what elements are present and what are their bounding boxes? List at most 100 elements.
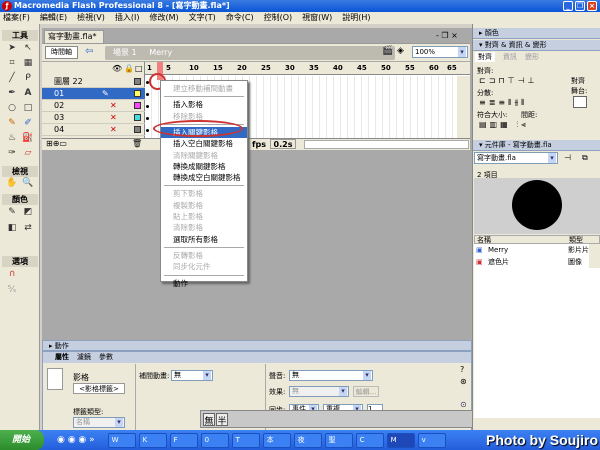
insert-layer-icon[interactable]: ⊞⊕▭ [46, 139, 67, 148]
tab-properties[interactable]: 屬性 [55, 352, 69, 363]
taskbar-button[interactable]: 聖 [324, 432, 353, 448]
subselection-tool-icon[interactable]: ↖ [21, 42, 35, 54]
menu-text[interactable]: 文字(T) [189, 12, 216, 24]
context-menu-item[interactable]: 轉換成關鍵影格 [161, 161, 247, 172]
taskbar-button[interactable]: 本 [262, 432, 291, 448]
tab-transform[interactable]: 變形 [525, 52, 539, 62]
context-menu-item[interactable]: 轉換成空白關鍵影格 [161, 172, 247, 183]
edit-symbols-icon[interactable]: ◈ [397, 46, 404, 56]
layer-color-swatch[interactable] [134, 114, 141, 121]
back-arrow-icon[interactable]: ⇦ [85, 46, 93, 57]
ime-mode-button[interactable]: 無 [203, 413, 215, 427]
tab-align[interactable]: 對齊 [475, 52, 495, 62]
layer-color-swatch[interactable] [134, 78, 141, 85]
column-type[interactable]: 類型 [569, 236, 583, 244]
taskbar-button[interactable]: F [169, 432, 198, 448]
menu-view[interactable]: 檢視(V) [77, 12, 105, 24]
delete-layer-icon[interactable]: 🗑 [132, 139, 142, 148]
layer-row[interactable]: 01 ✎ [42, 88, 145, 100]
document-tab[interactable]: 寫字動畫.fla* [44, 30, 104, 43]
menu-edit[interactable]: 編輯(E) [40, 12, 67, 24]
column-name[interactable]: 名稱 [477, 236, 491, 244]
distribute-buttons-icon[interactable]: ≡≣≡⫴⫵⫴ [479, 98, 528, 108]
library-panel-header[interactable]: ▾ 元件庫 - 寫字動畫.fla [473, 140, 600, 151]
snap-to-objects-icon[interactable]: ∩ [5, 268, 19, 280]
context-menu-item[interactable]: 清除影格 [161, 222, 247, 233]
eye-icon[interactable]: 👁 [112, 64, 122, 73]
maximize-button[interactable]: ❐ [575, 1, 585, 11]
context-menu-item[interactable]: 貼上影格 [161, 211, 247, 222]
layer-row[interactable]: 02 ✕ [42, 100, 145, 112]
fill-color-icon[interactable]: ◩ [21, 206, 35, 218]
edit-scene-icon[interactable]: 🎬 [382, 46, 393, 56]
new-library-icon[interactable]: ⧉ [582, 153, 588, 163]
pen-tool-icon[interactable]: ✒ [5, 87, 19, 99]
taskbar-button[interactable]: C [355, 432, 384, 448]
taskbar-button[interactable]: v [417, 432, 446, 448]
lasso-tool-icon[interactable]: ᑭ [21, 72, 35, 84]
layer-row[interactable]: 04 ✕ [42, 124, 145, 136]
pencil-tool-icon[interactable]: ✎ [5, 117, 19, 129]
context-menu-item[interactable]: 同步化元件 [161, 261, 247, 272]
collapse-icon[interactable]: ⊙ [460, 400, 467, 409]
menu-insert[interactable]: 插入(I) [115, 12, 140, 24]
align-panel-header[interactable]: ▾ 對齊 & 資訊 & 變形 [473, 40, 600, 51]
match-size-buttons-icon[interactable]: ▤▥▦ ⫶⫷ [479, 120, 529, 130]
context-menu-item[interactable]: 清除關鍵影格 [161, 150, 247, 161]
minimize-button[interactable]: _ [563, 1, 573, 11]
zoom-tool-icon[interactable]: 🔍 [21, 177, 35, 189]
taskbar-button[interactable]: W [107, 432, 136, 448]
taskbar-button[interactable]: 夜 [293, 432, 322, 448]
keyframe-dot[interactable] [146, 93, 149, 96]
layer-row[interactable]: 圖層 22 [42, 76, 145, 88]
zoom-select[interactable]: 100% [412, 46, 468, 58]
keyframe-dot[interactable] [146, 105, 149, 108]
ime-width-button[interactable]: 半 [216, 413, 228, 427]
close-button[interactable]: × [587, 1, 597, 11]
actions-panel-header[interactable]: ▸ 動作 [42, 340, 472, 351]
frame-ruler[interactable]: 1 5 10 15 20 25 30 35 40 45 50 55 60 65 [145, 62, 470, 75]
timeline-vscrollbar[interactable] [457, 76, 470, 138]
swap-colors-icon[interactable]: ⇄ [21, 222, 35, 234]
library-item[interactable]: ▣Merry影片片段 [474, 244, 589, 266]
frame-name-input[interactable]: <影格標籤> [73, 383, 125, 394]
ink-bottle-tool-icon[interactable]: ♨ [5, 132, 19, 144]
context-menu-item[interactable]: 反轉影格 [161, 250, 247, 261]
lock-icon[interactable]: 🔒 [124, 64, 134, 73]
layer-color-swatch[interactable] [134, 102, 141, 109]
keyframe-dot[interactable] [146, 117, 149, 120]
tab-filters[interactable]: 濾鏡 [77, 352, 91, 363]
rectangle-tool-icon[interactable]: □ [21, 102, 35, 114]
text-tool-icon[interactable]: A [21, 87, 35, 99]
color-panel-header[interactable]: ▸ 顏色 [473, 28, 600, 39]
tab-parameters[interactable]: 參數 [99, 352, 113, 363]
tab-info[interactable]: 資訊 [503, 52, 517, 62]
align-buttons-icon[interactable]: ⊏⊐⊓⊤⊣⊥ [479, 76, 538, 85]
quick-launch-icons[interactable]: ◉ ◉ ◉ » [57, 435, 95, 445]
context-menu-item[interactable]: 建立移動補間動畫 [161, 83, 247, 94]
effect-select[interactable]: 無 [289, 386, 349, 397]
gradient-transform-tool-icon[interactable]: ▦ [21, 57, 35, 69]
context-menu-item[interactable]: 動作 [161, 278, 247, 289]
timeline-toggle-button[interactable]: 時間軸 [45, 46, 78, 59]
eyedropper-tool-icon[interactable]: ✑ [5, 147, 19, 159]
context-menu-item[interactable]: 選取所有影格 [161, 234, 247, 245]
menu-window[interactable]: 視窗(W) [302, 12, 332, 24]
keyframe-dot[interactable] [146, 129, 149, 132]
sound-select[interactable]: 無 [289, 370, 373, 381]
label-type-select[interactable]: 名稱 [73, 417, 125, 428]
hidden-x-icon[interactable]: ✕ [110, 112, 117, 124]
context-menu-item[interactable]: 插入空白關鍵影格 [161, 138, 247, 149]
outline-icon[interactable]: □ [135, 64, 143, 73]
breadcrumb-symbol[interactable]: Merry [149, 48, 172, 57]
to-stage-toggle[interactable] [573, 96, 587, 108]
start-button[interactable]: 開始 [0, 430, 44, 450]
context-menu-item[interactable]: 插入影格 [161, 99, 247, 110]
hidden-x-icon[interactable]: ✕ [110, 100, 117, 112]
tween-select[interactable]: 無 [171, 370, 213, 381]
taskbar-button[interactable]: T [231, 432, 260, 448]
layer-row[interactable]: 03 ✕ [42, 112, 145, 124]
selection-tool-icon[interactable]: ➤ [5, 42, 19, 54]
smooth-icon[interactable]: ⁵⁄ₛ [5, 284, 19, 296]
taskbar-button[interactable]: K [138, 432, 167, 448]
